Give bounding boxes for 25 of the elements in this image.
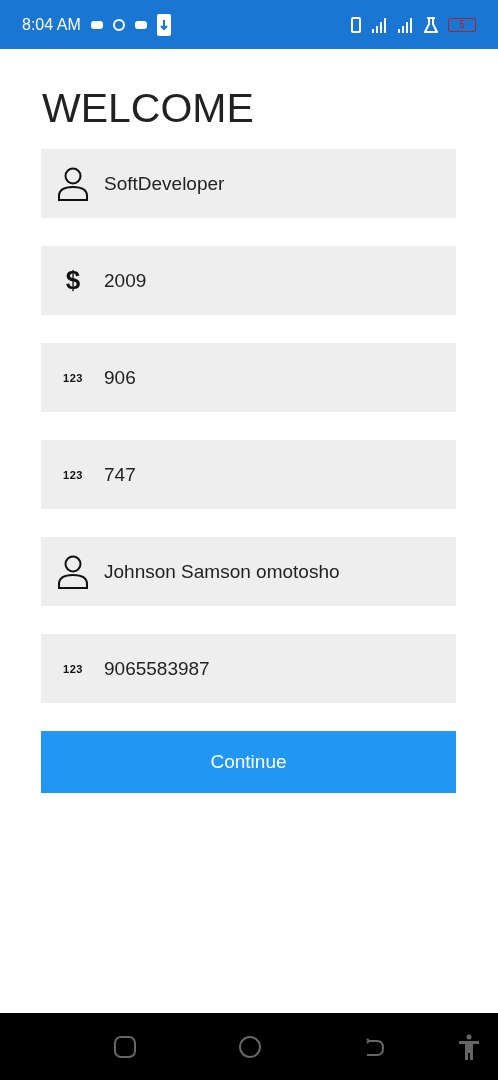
status-time: 8:04 AM — [22, 15, 81, 34]
circle-icon — [112, 18, 125, 31]
person-icon — [57, 166, 89, 201]
input-field[interactable]: $ 2009 — [41, 246, 456, 315]
field-icon: 123 — [63, 371, 83, 384]
input-field[interactable]: SoftDeveloper — [41, 149, 456, 218]
signal-icon — [372, 16, 388, 33]
input-field[interactable]: Johnson Samson omotosho — [41, 537, 456, 606]
input-field[interactable]: 123 747 — [41, 440, 456, 509]
person-icon — [57, 554, 89, 589]
field-icon: 123 — [63, 662, 83, 675]
home-icon[interactable] — [239, 1035, 261, 1058]
accessibility-icon[interactable] — [458, 1033, 480, 1060]
input-field[interactable]: 123 9065583987 — [41, 634, 456, 703]
download-icon — [156, 13, 171, 36]
input-field[interactable]: 123 906 — [41, 343, 456, 412]
back-icon[interactable] — [365, 1036, 385, 1057]
signal-icon — [398, 16, 414, 33]
field-icon: $ — [65, 265, 81, 296]
battery-level: 5 — [448, 17, 476, 32]
field-icon: 123 — [63, 468, 83, 481]
vibrate-icon — [350, 15, 362, 34]
flask-icon — [424, 16, 438, 33]
recents-icon[interactable] — [114, 1035, 136, 1058]
welcome-title: WELCOME — [42, 85, 255, 131]
